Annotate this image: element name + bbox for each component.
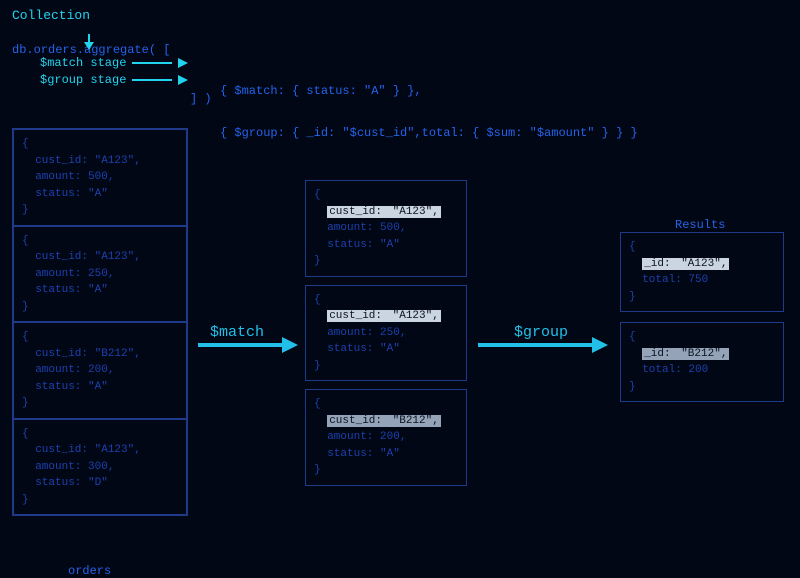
stage-code-block: { $match: { status: "A" } }, { $group: {… [220, 56, 638, 154]
group-arrow: $group [478, 337, 608, 353]
highlight-val: "B212", [673, 348, 730, 360]
arrow-right-icon [178, 75, 188, 85]
highlight-key: _id: [642, 258, 672, 270]
highlight-val: "B212", [384, 415, 441, 427]
arrow-right-icon [282, 337, 298, 353]
match-stage-annotation: $match stage [40, 56, 188, 70]
orders-collection: { cust_id: "A123", amount: 500, status: … [12, 128, 188, 516]
match-stage-text: $match stage [40, 56, 126, 70]
collection-label: Collection [12, 8, 170, 23]
match-arrow: $match [198, 337, 298, 353]
orders-doc: { cust_id: "A123", amount: 500, status: … [13, 129, 187, 226]
highlight-key: cust_id: [327, 206, 384, 218]
group-arrow-label: $group [514, 324, 568, 341]
highlight-key: cust_id: [327, 415, 384, 427]
result-doc: { _id: "B212", total: 200 } [620, 322, 784, 402]
close-bracket: ] ) [190, 92, 212, 106]
results-label: Results [675, 218, 725, 232]
match-doc: { cust_id: "A123", amount: 250, status: … [305, 285, 467, 382]
orders-doc: { cust_id: "A123", amount: 300, status: … [13, 419, 187, 516]
header-block: Collection db.orders.aggregate( [ [12, 8, 170, 57]
match-stage-output: { cust_id: "A123", amount: 500, status: … [305, 180, 467, 494]
highlight-key: _id: [642, 348, 672, 360]
orders-doc: { cust_id: "A123", amount: 250, status: … [13, 226, 187, 323]
arrow-down-icon [84, 34, 94, 50]
match-doc: { cust_id: "A123", amount: 500, status: … [305, 180, 467, 277]
stage-annotations: $match stage $group stage [40, 56, 188, 90]
group-stage-annotation: $group stage [40, 73, 188, 87]
arrow-right-icon [592, 337, 608, 353]
result-doc: { _id: "A123", total: 750 } [620, 232, 784, 312]
group-code: { $group: { _id: "$cust_id",total: { $su… [220, 126, 638, 140]
highlight-key: cust_id: [327, 310, 384, 322]
match-code: { $match: { status: "A" } }, [220, 84, 638, 98]
match-arrow-label: $match [210, 324, 264, 341]
highlight-val: "A123", [673, 258, 730, 270]
highlight-val: "A123", [384, 310, 441, 322]
group-stage-text: $group stage [40, 73, 126, 87]
results-output: { _id: "A123", total: 750 } { _id: "B212… [620, 232, 784, 412]
arrow-right-icon [178, 58, 188, 68]
orders-doc: { cust_id: "B212", amount: 200, status: … [13, 322, 187, 419]
highlight-val: "A123", [384, 206, 441, 218]
match-doc: { cust_id: "B212", amount: 200, status: … [305, 389, 467, 486]
